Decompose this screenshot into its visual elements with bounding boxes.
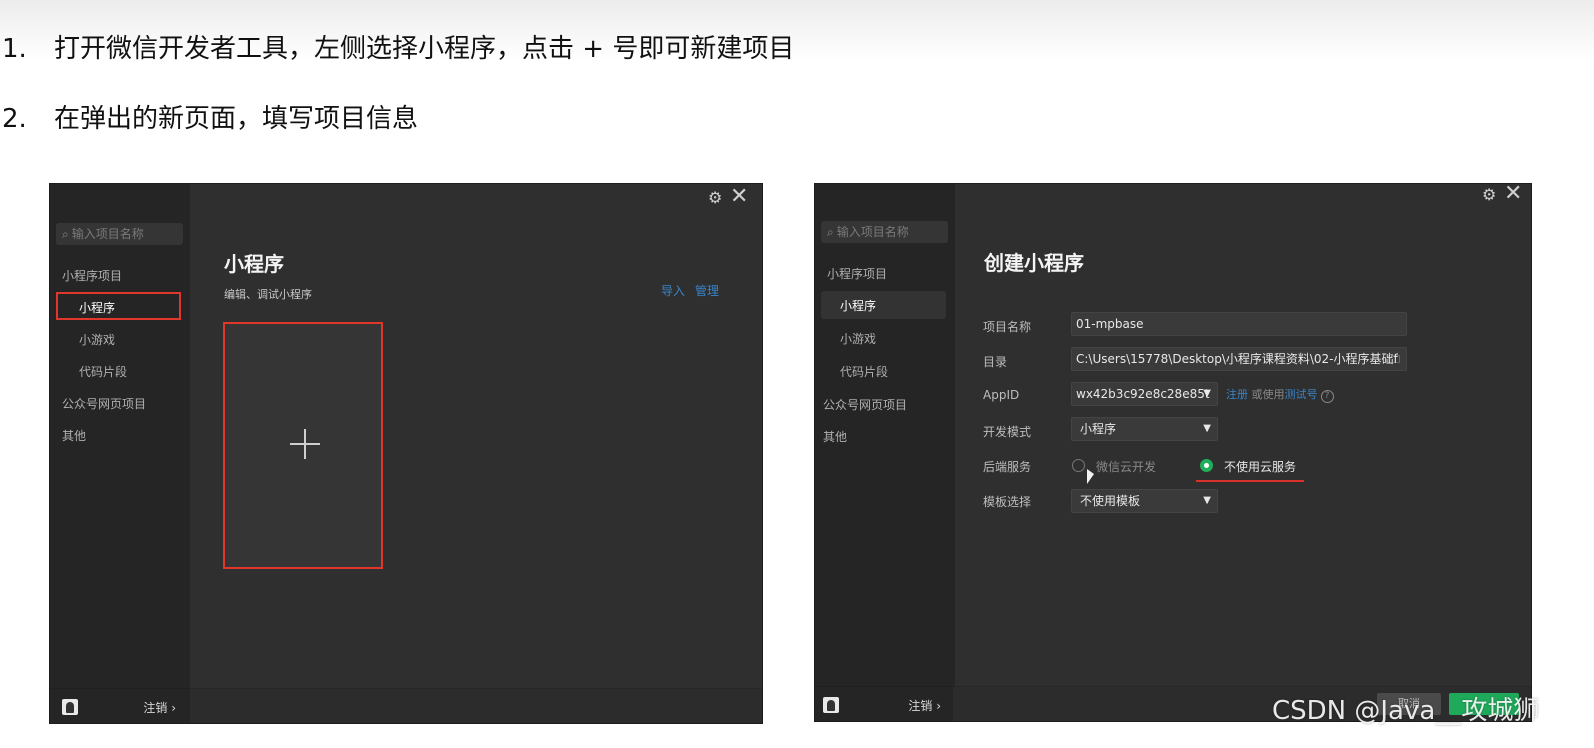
sidebar-item-web-project[interactable]: 公众号网页项目 — [62, 395, 146, 412]
gear-icon[interactable]: ⚙ — [1482, 185, 1496, 204]
backend-label: 后端服务 — [983, 460, 1032, 474]
watermark: CSDN @Java__攻城狮 — [1272, 696, 1540, 726]
page-title: 小程序 — [224, 252, 284, 276]
sidebar-item-code-snippet[interactable]: 代码片段 — [79, 363, 127, 380]
sidebar-item-minigame[interactable]: 小游戏 — [840, 330, 876, 347]
sidebar-item-minigame[interactable]: 小游戏 — [79, 331, 115, 348]
sidebar-item-code-snippet[interactable]: 代码片段 — [840, 363, 888, 380]
directory-value: C:\Users\15778\Desktop\小程序课程资料\02-小程序基础f — [1076, 352, 1398, 366]
mouse-cursor-icon — [1087, 469, 1094, 484]
page-title: 创建小程序 — [984, 251, 1084, 275]
page-subtitle: 编辑、调试小程序 — [224, 288, 312, 301]
search-placeholder: 输入项目名称 — [836, 225, 909, 239]
template-select[interactable]: 不使用模板 ▼ — [1071, 489, 1218, 513]
plus-icon — [290, 429, 320, 459]
import-link[interactable]: 导入 — [661, 284, 685, 298]
highlight-underline — [1196, 480, 1304, 482]
main-footer — [190, 688, 762, 723]
appid-value: wx42b3c92e8c28e85t — [1076, 387, 1210, 401]
step-number: 1. — [2, 34, 27, 64]
appid-select[interactable]: wx42b3c92e8c28e85t ▼ — [1071, 382, 1218, 406]
project-name-input[interactable]: 01-mpbase — [1071, 312, 1407, 336]
radio-no-cloud[interactable] — [1200, 459, 1213, 472]
radio-no-cloud-label[interactable]: 不使用云服务 — [1224, 458, 1296, 475]
help-icon[interactable]: ? — [1320, 390, 1334, 403]
sidebar-item-miniprogram[interactable]: 小程序 — [840, 297, 876, 314]
sidebar-footer: 注销 › — [50, 688, 190, 723]
close-icon[interactable]: ✕ — [730, 184, 748, 209]
sidebar-item-other[interactable]: 其他 — [62, 427, 86, 444]
dev-mode-select[interactable]: 小程序 ▼ — [1071, 417, 1218, 441]
sidebar-item-web-project[interactable]: 公众号网页项目 — [823, 396, 907, 413]
avatar[interactable] — [62, 699, 78, 715]
radio-cloud-dev-label[interactable]: 微信云开发 — [1096, 458, 1156, 475]
logout-link[interactable]: 注销 › — [908, 697, 941, 714]
dev-mode-label: 开发模式 — [983, 425, 1032, 439]
step-text: 在弹出的新页面，填写项目信息 — [54, 104, 419, 134]
sidebar: ⌕ 输入项目名称 小程序项目 小程序 小游戏 代码片段 公众号网页项目 其他 注销… — [815, 184, 955, 721]
sidebar-item-other[interactable]: 其他 — [823, 428, 847, 445]
sidebar-group-miniprogram[interactable]: 小程序项目 — [827, 265, 887, 282]
devtools-window-project-list: ⌕ 输入项目名称 小程序项目 小程序 小游戏 代码片段 公众号网页项目 其他 注销… — [50, 184, 762, 723]
gear-icon[interactable]: ⚙ — [708, 188, 722, 207]
highlight-box — [56, 292, 181, 320]
directory-input[interactable]: C:\Users\15778\Desktop\小程序课程资料\02-小程序基础f… — [1071, 347, 1407, 371]
step-text: 打开微信开发者工具，左侧选择小程序，点击 + 号即可新建项目 — [54, 34, 795, 64]
instruction-step-2: 2. 在弹出的新页面，填写项目信息 — [0, 98, 418, 135]
radio-cloud-dev[interactable] — [1072, 459, 1085, 472]
folder-icon[interactable]: 🗀 — [1386, 348, 1402, 370]
logout-link[interactable]: 注销 › — [143, 699, 176, 716]
appid-or-text: 或使用 — [1251, 388, 1285, 401]
chevron-down-icon: ▼ — [1203, 423, 1211, 434]
search-icon: ⌕ — [827, 225, 834, 239]
project-name-label: 项目名称 — [983, 320, 1032, 334]
sidebar-footer: 注销 › — [815, 686, 955, 721]
sidebar-group-miniprogram[interactable]: 小程序项目 — [62, 267, 122, 284]
search-input[interactable]: ⌕ 输入项目名称 — [821, 221, 948, 243]
header-links: 导入 管理 — [661, 280, 729, 299]
register-link[interactable]: 注册 — [1226, 388, 1248, 401]
template-value: 不使用模板 — [1080, 494, 1141, 508]
avatar[interactable] — [823, 697, 839, 713]
chevron-down-icon: ▼ — [1203, 388, 1211, 399]
manage-link[interactable]: 管理 — [695, 284, 719, 298]
close-icon[interactable]: ✕ — [1504, 184, 1522, 206]
dev-mode-value: 小程序 — [1080, 422, 1117, 436]
test-account-link[interactable]: 测试号 — [1285, 388, 1318, 401]
template-label: 模板选择 — [983, 495, 1032, 509]
instruction-step-1: 1. 打开微信开发者工具，左侧选择小程序，点击 + 号即可新建项目 — [0, 28, 794, 65]
step-number: 2. — [2, 104, 27, 134]
appid-label: AppID — [983, 388, 1020, 402]
appid-links: 注册 或使用测试号? — [1226, 386, 1334, 403]
directory-label: 目录 — [983, 355, 1008, 369]
devtools-window-create-project: ⌕ 输入项目名称 小程序项目 小程序 小游戏 代码片段 公众号网页项目 其他 注销… — [815, 184, 1531, 721]
sidebar-item-miniprogram[interactable]: 小程序 — [79, 299, 115, 316]
search-icon: ⌕ — [62, 227, 69, 241]
chevron-down-icon: ▼ — [1203, 495, 1211, 506]
new-project-button[interactable] — [223, 322, 383, 569]
sidebar: ⌕ 输入项目名称 小程序项目 小程序 小游戏 代码片段 公众号网页项目 其他 注销… — [50, 184, 190, 723]
search-placeholder: 输入项目名称 — [71, 227, 144, 241]
search-input[interactable]: ⌕ 输入项目名称 — [56, 223, 183, 245]
